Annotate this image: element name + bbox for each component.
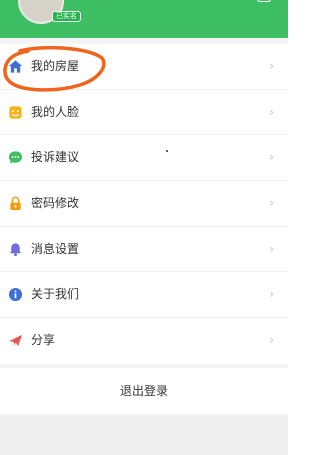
logout-label: 退出登录	[119, 384, 168, 398]
info-icon	[8, 288, 23, 302]
menu-icon[interactable]	[257, 0, 271, 2]
chevron-right-icon: ›	[269, 196, 274, 211]
house-icon	[8, 60, 23, 73]
menu-item-label: 投诉建议	[31, 150, 80, 165]
menu-item-my-face[interactable]: 我的人脸 ›	[0, 90, 288, 136]
chevron-right-icon: ›	[269, 150, 274, 165]
chevron-right-icon: ›	[269, 241, 274, 256]
paper-plane-icon	[8, 335, 23, 347]
chat-bubble-icon	[8, 151, 23, 164]
profile-header: 已实名	[0, 0, 288, 38]
stray-dot	[166, 150, 168, 152]
bottom-area	[0, 416, 288, 455]
menu-item-share[interactable]: 分享 ›	[0, 318, 288, 364]
menu-item-my-house[interactable]: 我的房屋 ›	[0, 44, 288, 90]
lock-icon	[10, 196, 21, 211]
face-icon	[9, 106, 22, 119]
menu-item-label: 关于我们	[31, 287, 80, 302]
menu-item-message-settings[interactable]: 消息设置 ›	[0, 227, 288, 273]
bell-icon	[9, 243, 22, 256]
menu-item-change-password[interactable]: 密码修改 ›	[0, 181, 288, 227]
chevron-right-icon: ›	[269, 104, 274, 119]
menu-item-label: 我的房屋	[31, 59, 80, 73]
verified-badge: 已实名	[52, 11, 81, 22]
chevron-right-icon: ›	[269, 287, 274, 302]
settings-menu: 我的房屋 › 我的人脸 › 投诉建议 › 密码修改 › 消息设置 › 关于我们 …	[0, 44, 288, 364]
profile-screen: 已实名 我的房屋 › 我的人脸 › 投诉建议 › 密码修改 › 消息设置 › 关…	[0, 0, 288, 455]
chevron-right-icon: ›	[269, 59, 274, 73]
menu-item-about-us[interactable]: 关于我们 ›	[0, 272, 288, 319]
logout-button[interactable]: 退出登录	[0, 368, 288, 414]
menu-item-label: 分享	[31, 333, 56, 348]
menu-item-label: 密码修改	[31, 196, 80, 211]
chevron-right-icon: ›	[269, 333, 274, 348]
menu-item-complaints[interactable]: 投诉建议 ›	[0, 135, 288, 182]
menu-item-label: 我的人脸	[31, 104, 80, 119]
menu-item-label: 消息设置	[31, 241, 80, 256]
